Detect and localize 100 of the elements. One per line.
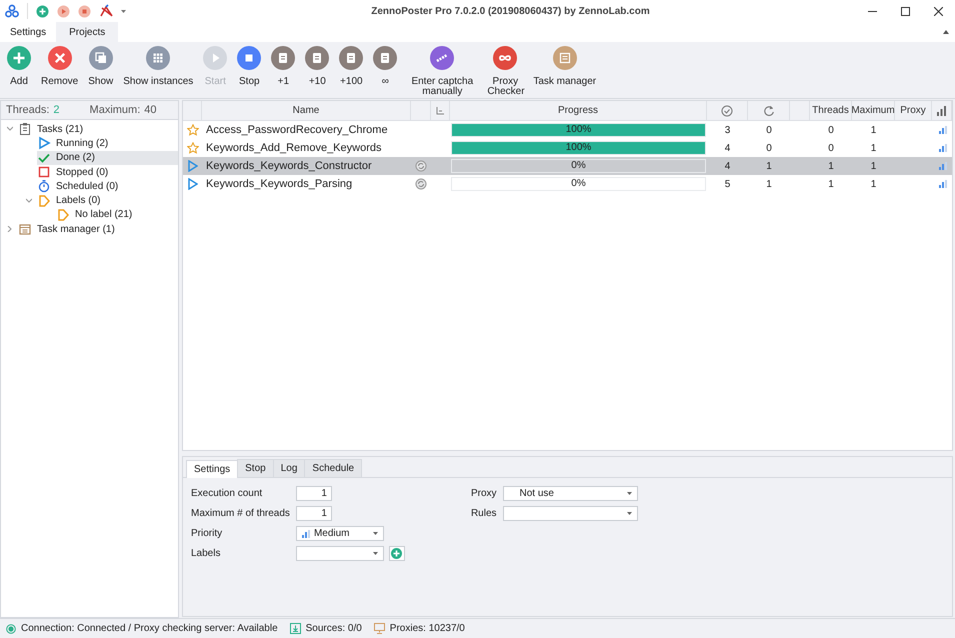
- number-field[interactable]: 1: [296, 506, 332, 521]
- stop-icon[interactable]: [78, 4, 91, 18]
- play-icon: [37, 136, 51, 150]
- column-header[interactable]: [707, 101, 748, 121]
- label-icon: [37, 194, 51, 208]
- field-label: Priority: [191, 528, 224, 539]
- maximize-icon[interactable]: [901, 6, 910, 16]
- panel-tab[interactable]: Schedule: [304, 459, 362, 477]
- field-label: Rules: [470, 508, 497, 519]
- priority-icon: [938, 180, 946, 188]
- dropdown-caret-icon[interactable]: [121, 10, 126, 12]
- connection-dot-icon: [6, 624, 16, 634]
- tree-item[interactable]: Stopped (0): [37, 165, 178, 180]
- progress-text: 0%: [571, 159, 586, 173]
- tree-item[interactable]: Done (2): [37, 150, 178, 165]
- table-cell-text: 1: [870, 142, 878, 156]
- toolbar-button[interactable]: +10: [300, 42, 334, 87]
- add-icon[interactable]: [36, 4, 49, 18]
- dropdown-caret-icon: [626, 492, 632, 495]
- column-header[interactable]: [748, 101, 790, 121]
- table-cell-text: 1: [870, 124, 878, 138]
- field-label: Execution count: [191, 488, 264, 499]
- ribbon-tab[interactable]: Projects: [56, 22, 118, 42]
- tree-item[interactable]: Labels (0): [37, 194, 178, 208]
- dropdown-caret-icon: [372, 532, 378, 535]
- panel-tab[interactable]: Stop: [237, 459, 274, 477]
- task-name[interactable]: Access_PasswordRecovery_Chrome: [202, 121, 411, 139]
- app-logo-icon[interactable]: [5, 4, 19, 18]
- proxies-status: Proxies: 10237/0: [390, 623, 465, 634]
- table-cell-text: 5: [724, 178, 732, 192]
- toolbar-button[interactable]: Remove: [36, 42, 84, 87]
- number-field[interactable]: 1: [296, 486, 332, 501]
- toolbar-button[interactable]: Show instances: [118, 42, 198, 87]
- toolbar-button[interactable]: Enter captcha manually: [402, 42, 482, 97]
- tree-item[interactable]: Tasks (21): [18, 122, 178, 136]
- maximum-count: 40: [144, 104, 157, 116]
- field-label: Labels: [191, 548, 222, 559]
- tree-item[interactable]: Task manager (1): [18, 222, 178, 236]
- table-cell-text: 1: [765, 178, 773, 192]
- column-header[interactable]: Progress: [450, 101, 707, 121]
- table-cell-text: 3: [724, 124, 732, 138]
- close-icon[interactable]: [934, 6, 943, 16]
- toolbar-button[interactable]: +1: [266, 42, 300, 87]
- plus-icon: [391, 548, 402, 559]
- toolbar-button[interactable]: Add: [2, 42, 36, 87]
- task-name[interactable]: Keywords_Add_Remove_Keywords: [202, 139, 411, 157]
- window-title: ZennoPoster Pro 7.0.2.0 (201908060437) by ZennoLab.com: [370, 6, 651, 16]
- tree-item[interactable]: No label (21): [56, 208, 178, 222]
- sort-icon[interactable]: [436, 106, 444, 115]
- toolbar-button[interactable]: +100: [334, 42, 368, 87]
- priority-icon: [938, 144, 946, 152]
- column-header[interactable]: Threads: [810, 101, 852, 121]
- toolbar-button[interactable]: Show: [83, 42, 118, 87]
- task-name[interactable]: Keywords_Keywords_Constructor: [202, 157, 411, 175]
- column-header[interactable]: Proxy: [895, 101, 932, 121]
- field-label: Proxy: [470, 488, 497, 499]
- dropdown-caret-icon: [626, 512, 632, 515]
- maximum-label: Maximum:: [90, 104, 140, 116]
- sources-status: Sources: 0/0: [306, 623, 362, 634]
- priority-bars-icon[interactable]: [937, 106, 946, 116]
- calendar-icon: [18, 222, 32, 236]
- table-cell: 4: [707, 157, 748, 175]
- threads-label: Threads:: [6, 104, 50, 116]
- panel-tab[interactable]: Settings: [186, 460, 238, 478]
- toolbar-button[interactable]: Task manager: [528, 42, 602, 87]
- column-header[interactable]: Name: [202, 101, 411, 121]
- add-label-button[interactable]: [388, 546, 405, 561]
- download-icon: [290, 623, 301, 634]
- toolbar-button[interactable]: ∞: [368, 42, 402, 87]
- threads-count: 2: [53, 104, 60, 116]
- panel-tab[interactable]: Log: [272, 459, 306, 477]
- table-cell: 1: [852, 157, 895, 175]
- table-cell-text: 0: [765, 124, 773, 138]
- column-header[interactable]: [932, 101, 952, 121]
- toolbar-button[interactable]: Proxy Checker: [482, 42, 528, 97]
- ribbon-tab[interactable]: Settings: [0, 22, 56, 42]
- dropdown[interactable]: Not use: [502, 486, 638, 501]
- table-cell-text: 0: [827, 142, 835, 156]
- collapse-caret-icon[interactable]: [943, 30, 949, 34]
- clipboard-icon: [18, 122, 32, 136]
- refresh-icon[interactable]: [763, 105, 774, 116]
- priority-icon: [938, 126, 946, 134]
- check-circle-icon[interactable]: [721, 104, 733, 116]
- progress-text: 100%: [566, 123, 592, 137]
- column-header[interactable]: [431, 101, 450, 121]
- monitor-icon: [374, 623, 385, 634]
- toolbar-button[interactable]: Stop: [232, 42, 266, 87]
- table-cell-text: 1: [870, 178, 878, 192]
- tools-icon[interactable]: [99, 4, 113, 18]
- progress-text: 0%: [571, 177, 586, 191]
- table-cell-text: 0: [765, 142, 773, 156]
- timer-icon: [37, 179, 51, 194]
- table-cell-text: 1: [827, 178, 835, 192]
- table-cell-text: 0: [827, 124, 835, 138]
- tree-item[interactable]: Running (2): [37, 136, 178, 150]
- dropdown[interactable]: Medium: [296, 526, 384, 541]
- column-header[interactable]: Maximum: [852, 101, 895, 121]
- task-name[interactable]: Keywords_Keywords_Parsing: [202, 175, 411, 193]
- start-icon[interactable]: [57, 4, 70, 18]
- tree-item[interactable]: Scheduled (0): [37, 179, 178, 194]
